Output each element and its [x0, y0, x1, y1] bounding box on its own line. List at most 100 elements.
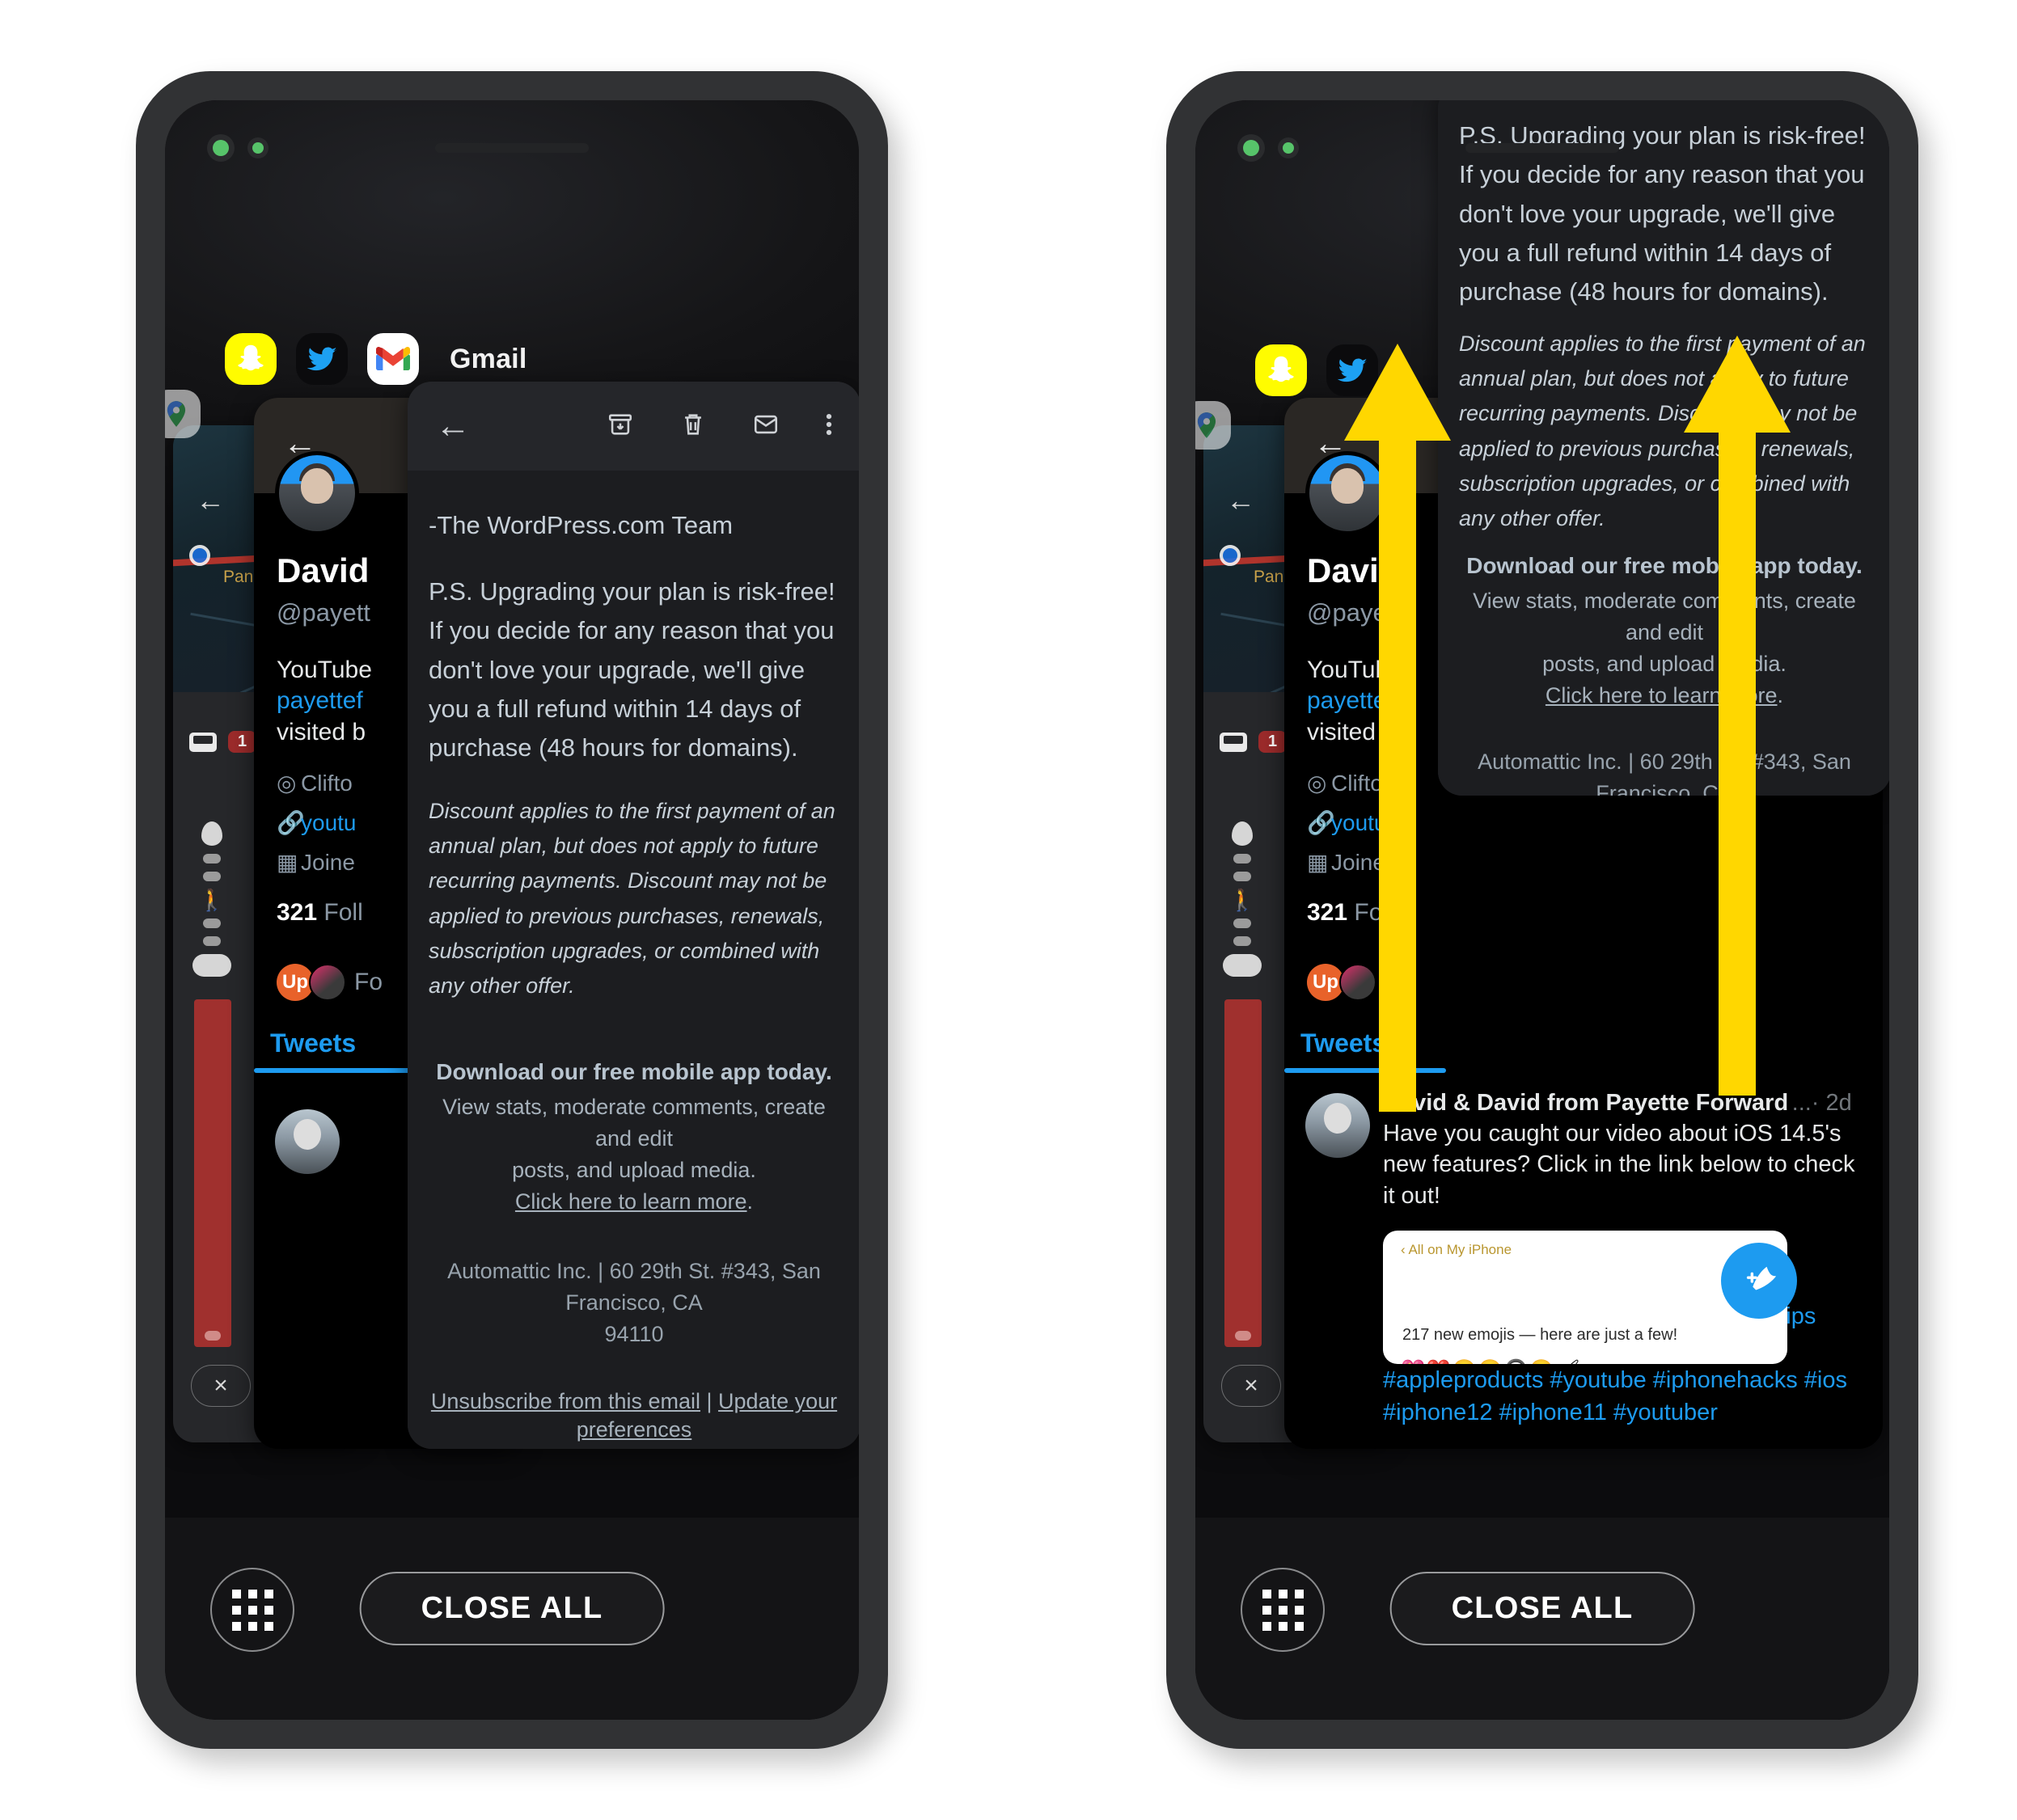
close-all-button[interactable]: CLOSE ALL [359, 1572, 665, 1645]
twitter-bio-line1: YouTube [277, 657, 372, 683]
google-maps-icon-right[interactable] [1195, 401, 1231, 450]
walking-icon-right: 🚶 [1228, 888, 1256, 912]
email-content-panel: -The WordPress.com Team P.S. Upgrading y… [408, 471, 859, 1020]
calendar-icon-right: ▦ [1307, 850, 1329, 875]
email-content-panel-right: P.S. Upgrading your plan is risk-free! I… [1438, 100, 1889, 537]
email-address-line2: 94110 [604, 1321, 664, 1346]
more-options-icon[interactable] [825, 411, 833, 442]
email-footer: Download our free mobile app today. View… [408, 1059, 859, 1442]
email-footer-line2-right: posts, and upload media. [1542, 652, 1787, 677]
phone-left-bezel: ← Pane 1 🚶 × Gmail ← David @payett YouTu… [165, 100, 859, 1720]
email-ps-text: P.S. Upgrading your plan is risk-free! I… [429, 577, 835, 762]
location-icon: ◎ [277, 771, 297, 796]
bus-icon [189, 732, 217, 752]
active-app-title: Gmail [450, 343, 527, 374]
twitter-profile-avatar[interactable] [275, 451, 359, 535]
tweet-card-emoji-row: 💝❤️😄😶🎧😗🖌 [1401, 1358, 1582, 1364]
location-icon-right: ◎ [1307, 771, 1327, 796]
tweet-card-back-label: ‹ All on My iPhone [1401, 1242, 1512, 1257]
maps-back-icon-right[interactable]: ← [1226, 484, 1255, 517]
gmail-email-body[interactable]: -The WordPress.com Team P.S. Upgrading y… [408, 471, 859, 1449]
email-footer-learn-more-link[interactable]: Click here to learn more [515, 1189, 747, 1214]
tweet-body-text: Have you caught our video about iOS 14.5… [1383, 1121, 1855, 1209]
task-card-gmail-right[interactable]: P.S. Upgrading your plan is risk-free! I… [1438, 100, 1889, 796]
map-pin-icon [201, 821, 222, 846]
task-card-gmail[interactable]: ← -The WordPress.com Team P.S. Upgrading… [408, 382, 859, 1449]
twitter-joined: Joine [301, 850, 355, 875]
camera-lens-secondary-right [1278, 137, 1299, 158]
annotation-arrow-right [1684, 336, 1791, 1096]
email-footer-heading: Download our free mobile app today. [436, 1059, 832, 1084]
front-camera-cluster-right [1237, 134, 1299, 162]
email-footer-line2: posts, and upload media. [512, 1158, 756, 1183]
delete-icon[interactable] [679, 411, 707, 442]
link-icon-right: 🔗 [1307, 810, 1335, 835]
gmail-email-body-right[interactable]: P.S. Upgrading your plan is risk-free! I… [1438, 100, 1889, 796]
twitter-followed-by-row[interactable]: Up Fo [277, 964, 383, 1001]
email-update-prefs-link-a[interactable]: Update your [718, 1389, 837, 1413]
compose-tweet-button[interactable] [1721, 1243, 1797, 1319]
email-address-line1-right: Automattic Inc. | 60 29th St. #343, San … [1478, 749, 1851, 796]
twitter-profile-meta: ◎ Clifto 🔗youtu ▦ Joine [277, 763, 357, 882]
twitter-display-name: David [277, 551, 370, 589]
bus-step-icon [192, 954, 231, 977]
email-update-prefs-link-b[interactable]: preferences [577, 1417, 692, 1442]
maps-current-location-dot-right [1220, 545, 1241, 566]
calendar-icon: ▦ [277, 850, 298, 875]
maps-transit-badge: 1 [228, 731, 257, 753]
twitter-bio-link[interactable]: payettef [277, 686, 372, 716]
gmail-icon[interactable] [367, 333, 419, 385]
app-grid-icon[interactable] [210, 1568, 294, 1652]
camera-lens-secondary [247, 137, 269, 158]
maps-current-location-dot [189, 545, 210, 566]
tweet-card-text: 217 new emojis — here are just a few! [1402, 1326, 1678, 1344]
maps-route-bar-right [1224, 999, 1262, 1347]
app-grid-icon-right[interactable] [1241, 1568, 1325, 1652]
twitter-followers-stat[interactable]: 321 Foll [277, 899, 363, 927]
tweet-author-avatar[interactable] [275, 1109, 340, 1174]
screenshot-root: ← Pane 1 🚶 × Gmail ← David @payett YouTu… [0, 0, 2017, 1820]
bus-step-icon-right [1223, 954, 1262, 977]
email-unsubscribe-link[interactable]: Unsubscribe from this email [431, 1389, 700, 1413]
email-address-line1: Automattic Inc. | 60 29th St. #343, San … [447, 1258, 821, 1315]
maps-transit-badge-right: 1 [1258, 731, 1288, 753]
google-maps-icon[interactable] [165, 390, 201, 438]
email-disclaimer: Discount applies to the first payment of… [429, 799, 835, 998]
bus-icon-right [1220, 732, 1247, 752]
snapchat-icon[interactable] [225, 333, 277, 385]
follower-avatar-2 [309, 964, 346, 1001]
close-all-button-right[interactable]: CLOSE ALL [1389, 1572, 1695, 1645]
email-signature: -The WordPress.com Team [429, 511, 734, 539]
twitter-followed-by-label: Fo [354, 969, 383, 995]
gmail-back-icon[interactable]: ← [435, 406, 471, 446]
maps-transit-row-right: 1 [1220, 731, 1288, 753]
twitter-website[interactable]: youtu [301, 810, 357, 835]
email-footer-line1-right: View stats, moderate comments, create an… [1473, 589, 1856, 645]
mark-unread-icon[interactable] [752, 411, 780, 442]
front-camera-cluster [207, 134, 269, 162]
tweet-timestamp: ...· 2d [1791, 1090, 1852, 1116]
camera-lens-primary-right [1237, 134, 1265, 162]
maps-close-button[interactable]: × [191, 1365, 251, 1407]
recents-app-icon-row: Gmail [165, 333, 859, 438]
recents-bottom-bar-right: CLOSE ALL [1195, 1518, 1889, 1720]
twitter-icon[interactable] [296, 333, 348, 385]
maps-route-steps-right: 🚶 [1223, 821, 1262, 977]
maps-close-button-right[interactable]: × [1221, 1365, 1281, 1407]
earpiece-speaker [435, 143, 589, 153]
snapchat-icon-right[interactable] [1255, 344, 1307, 396]
phone-right: ← Pane 1 🚶 × ← David @payett YouTube pay… [1166, 71, 1918, 1749]
tab-tweets[interactable]: Tweets [254, 1028, 417, 1073]
archive-icon[interactable] [607, 411, 634, 442]
maps-transit-row: 1 [189, 731, 257, 753]
camera-lens-primary [207, 134, 235, 162]
maps-back-icon[interactable]: ← [196, 484, 225, 517]
map-pin-icon-right [1232, 821, 1253, 846]
twitter-followers-count: 321 [277, 899, 318, 926]
annotation-arrow-left [1344, 344, 1451, 1112]
earpiece-speaker-right [1465, 143, 1619, 153]
phone-left: ← Pane 1 🚶 × Gmail ← David @payett YouTu… [136, 71, 888, 1749]
email-footer-line1: View stats, moderate comments, create an… [442, 1095, 826, 1151]
maps-route-steps: 🚶 [192, 821, 231, 977]
walking-icon: 🚶 [198, 888, 226, 912]
